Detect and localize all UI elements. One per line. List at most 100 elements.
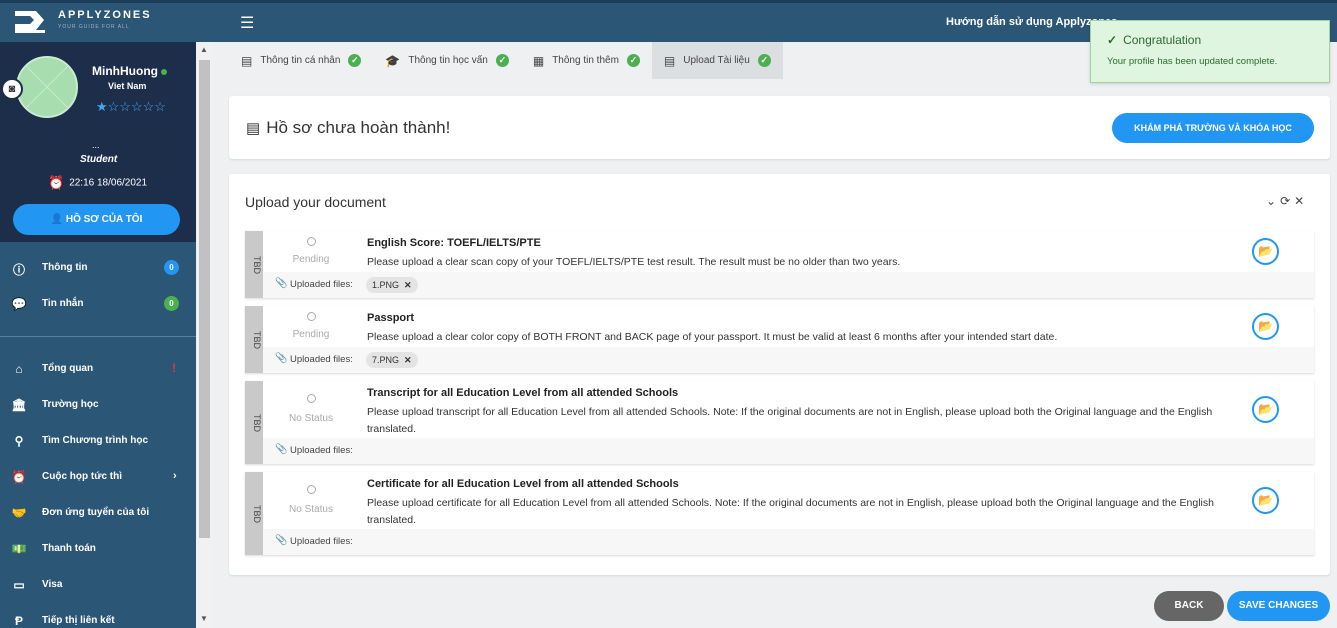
document-side-tag: TBD	[245, 306, 263, 373]
sidebar-item-meeting[interactable]: ⏰ Cuộc họp tức thì ›	[0, 468, 196, 488]
document-status: No Status	[289, 413, 333, 424]
sidebar-item-affiliate[interactable]: Ᵽ Tiếp thị liên kết	[0, 612, 196, 628]
sidebar-divider	[0, 336, 196, 337]
alarm-clock-icon: ⏰	[48, 175, 65, 190]
remove-file-icon[interactable]: ✕	[404, 280, 412, 290]
info-icon: ⓘ	[12, 263, 25, 277]
datetime: ⏰ 22:16 18/06/2021	[48, 175, 148, 190]
alert-icon: !	[172, 361, 176, 375]
sidebar-item-schools[interactable]: 🏛 Trường học	[0, 396, 196, 416]
logo[interactable]: APPLYZONES YOUR GUIDE FOR ALL	[12, 8, 152, 34]
clock-icon: ⏰	[11, 470, 27, 484]
upload-folder-button[interactable]: 📂	[1252, 396, 1279, 423]
scrollbar-thumb[interactable]	[199, 60, 210, 538]
status-radio[interactable]	[307, 394, 316, 403]
id-card-icon: ▤	[241, 53, 253, 68]
bank-icon: 🏛	[11, 398, 27, 412]
uploaded-files-row: 📎 Uploaded files: 7.PNG ✕	[263, 347, 1314, 373]
save-changes-button[interactable]: SAVE CHANGES	[1227, 591, 1330, 621]
document-status: Pending	[292, 329, 330, 340]
sidebar: ◙ MinhHuong Viet Nam ★☆☆☆☆☆ ... Student …	[0, 42, 196, 628]
folder-open-icon: 📂	[1258, 493, 1273, 507]
document-description: Please upload certificate for all Educat…	[367, 497, 1214, 526]
info-count-badge: 0	[164, 260, 179, 275]
status-radio[interactable]	[307, 312, 316, 321]
scroll-down-icon[interactable]: ▼	[200, 614, 208, 623]
upload-folder-button[interactable]: 📂	[1252, 238, 1279, 265]
folder-open-icon: 📂	[1258, 402, 1273, 416]
check-icon: ✓	[348, 54, 362, 67]
back-button[interactable]: BACK	[1154, 591, 1224, 621]
chat-icon: 💬	[11, 297, 27, 311]
explore-schools-button[interactable]: KHÁM PHÁ TRƯỜNG VÀ KHÓA HỌC	[1112, 113, 1314, 143]
status-radio[interactable]	[307, 237, 316, 246]
tab-education-info[interactable]: 🎓 Thông tin học vấn ✓	[373, 42, 520, 79]
status-radio[interactable]	[307, 485, 316, 494]
tab-personal-info[interactable]: ▤ Thông tin cá nhân ✓	[229, 42, 373, 79]
upload-documents-card: Upload your document ⌄⟳✕ TBD Pending Eng…	[229, 174, 1330, 575]
card-tools: ⌄⟳✕	[1266, 194, 1308, 208]
document-status: Pending	[292, 254, 330, 265]
sidebar-item-info[interactable]: ⓘ Thông tin 0	[0, 259, 196, 279]
upload-folder-button[interactable]: 📂	[1252, 487, 1279, 514]
document-title: Transcript for all Education Level from …	[367, 387, 679, 399]
sidebar-item-messages[interactable]: 💬 Tin nhắn 0	[0, 295, 196, 315]
document-side-tag: TBD	[245, 381, 263, 464]
upload-title: Upload your document	[245, 194, 386, 210]
document-title: Certificate for all Education Level from…	[367, 478, 679, 490]
file-chip[interactable]: 1.PNG ✕	[366, 277, 418, 293]
graduation-cap-icon: 🎓	[385, 53, 401, 68]
profile-status-card: ▤ Hồ sơ chưa hoàn thành! KHÁM PHÁ TRƯỜNG …	[229, 96, 1330, 159]
document-status: No Status	[289, 504, 333, 515]
message-count-badge: 0	[164, 296, 179, 311]
money-icon: 💵	[11, 542, 27, 556]
user-icon: 👤	[50, 214, 64, 225]
collapse-icon[interactable]: ⌄	[1266, 194, 1280, 208]
tab-upload-documents[interactable]: ▤ Upload Tài liệu ✓	[651, 42, 783, 79]
check-icon: ✓	[757, 54, 771, 67]
sidebar-scrollbar[interactable]: ▲ ▼	[196, 42, 213, 628]
check-icon: ✓	[626, 54, 640, 67]
rating-stars: ★☆☆☆☆☆	[96, 99, 166, 114]
profile-panel: ◙ MinhHuong Viet Nam ★☆☆☆☆☆ ... Student …	[0, 42, 196, 242]
online-indicator	[160, 68, 167, 75]
paperclip-icon: 📎	[275, 278, 288, 289]
user-name: MinhHuong	[92, 64, 167, 78]
sidebar-item-find-program[interactable]: ⚲ Tìm Chương trình học	[0, 432, 196, 452]
affiliate-icon: Ᵽ	[14, 614, 23, 628]
remove-file-icon[interactable]: ✕	[404, 355, 412, 365]
sidebar-item-visa[interactable]: ▭ Visa	[0, 576, 196, 596]
document-description: Please upload a clear color copy of BOTH…	[367, 331, 1058, 343]
uploaded-files-row: 📎 Uploaded files:	[263, 529, 1314, 555]
menu-icon[interactable]: ☰	[240, 13, 254, 33]
home-icon: ⌂	[15, 362, 23, 376]
check-icon: ✓	[1107, 33, 1118, 47]
success-toast[interactable]: ✓ Congratulation Your profile has been up…	[1090, 20, 1330, 83]
file-chip[interactable]: 7.PNG ✕	[366, 352, 418, 368]
tab-additional-info[interactable]: ▦ Thông tin thêm ✓	[521, 42, 652, 79]
document-side-tag: TBD	[245, 472, 263, 555]
close-icon[interactable]: ✕	[1294, 194, 1308, 208]
document-item: TBD Pending Passport Please upload a cle…	[245, 306, 1314, 373]
search-icon: ⚲	[14, 434, 24, 448]
paperclip-icon: 📎	[275, 353, 288, 364]
paperclip-icon: 📎	[275, 444, 288, 455]
scroll-up-icon[interactable]: ▲	[200, 45, 208, 54]
paperclip-icon: 📎	[275, 535, 288, 546]
toast-title: ✓ Congratulation	[1107, 33, 1202, 47]
my-profile-button[interactable]: 👤 HỒ SƠ CỦA TÔI	[13, 204, 180, 235]
profile-status-title: ▤ Hồ sơ chưa hoàn thành!	[246, 118, 451, 137]
avatar[interactable]	[16, 56, 78, 118]
document-item: TBD Pending English Score: TOEFL/IELTS/P…	[245, 231, 1314, 298]
sidebar-item-payment[interactable]: 💵 Thanh toán	[0, 540, 196, 560]
document-description: Please upload a clear scan copy of your …	[367, 256, 901, 268]
camera-icon[interactable]: ◙	[1, 78, 23, 100]
upload-folder-button[interactable]: 📂	[1252, 313, 1279, 340]
refresh-icon[interactable]: ⟳	[1280, 194, 1294, 208]
sidebar-item-applications[interactable]: 🤝 Đơn ứng tuyển của tôi	[0, 504, 196, 524]
logo-text: APPLYZONES YOUR GUIDE FOR ALL	[58, 9, 152, 30]
sidebar-item-overview[interactable]: ⌂ Tổng quan !	[0, 360, 196, 380]
upload-doc-icon: ▤	[663, 53, 676, 68]
folder-open-icon: 📂	[1258, 244, 1273, 258]
uploaded-files-row: 📎 Uploaded files:	[263, 438, 1314, 464]
